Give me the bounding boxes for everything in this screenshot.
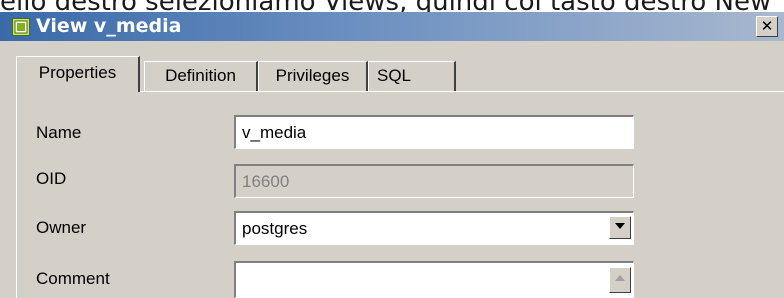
name-field[interactable]: v_media bbox=[234, 115, 634, 149]
comment-textarea[interactable] bbox=[234, 261, 634, 298]
properties-window: View v_media ✕ Properties Definition Pri… bbox=[0, 12, 784, 298]
scrollbar-up-button[interactable] bbox=[609, 267, 631, 293]
tab-label: Properties bbox=[38, 63, 117, 82]
title-bar[interactable]: View v_media ✕ bbox=[0, 12, 784, 41]
chevron-down-icon bbox=[615, 222, 625, 233]
tab-properties[interactable]: Properties bbox=[16, 56, 140, 92]
tab-label: Privileges bbox=[275, 66, 350, 85]
owner-value: postgres bbox=[242, 219, 308, 238]
name-label: Name bbox=[36, 123, 82, 142]
tab-privileges[interactable]: Privileges bbox=[258, 61, 368, 92]
tab-strip: Properties Definition Privileges SQL bbox=[16, 56, 456, 92]
owner-label: Owner bbox=[36, 218, 87, 237]
tab-label: SQL bbox=[377, 66, 412, 85]
dropdown-button[interactable] bbox=[609, 216, 631, 239]
oid-label: OID bbox=[36, 169, 67, 188]
window-title: View v_media bbox=[36, 15, 182, 37]
tab-label: Definition bbox=[165, 66, 236, 85]
tab-definition[interactable]: Definition bbox=[144, 61, 258, 92]
close-button[interactable]: ✕ bbox=[756, 16, 778, 37]
close-icon: ✕ bbox=[760, 17, 774, 35]
owner-select[interactable]: postgres bbox=[234, 211, 634, 245]
name-value: v_media bbox=[242, 123, 307, 142]
tab-sql[interactable]: SQL bbox=[368, 61, 456, 92]
oid-field: 16600 bbox=[234, 164, 634, 198]
comment-label: Comment bbox=[36, 269, 110, 288]
oid-value: 16600 bbox=[242, 172, 290, 191]
scroll-up-icon bbox=[615, 274, 625, 285]
view-icon bbox=[12, 18, 30, 36]
